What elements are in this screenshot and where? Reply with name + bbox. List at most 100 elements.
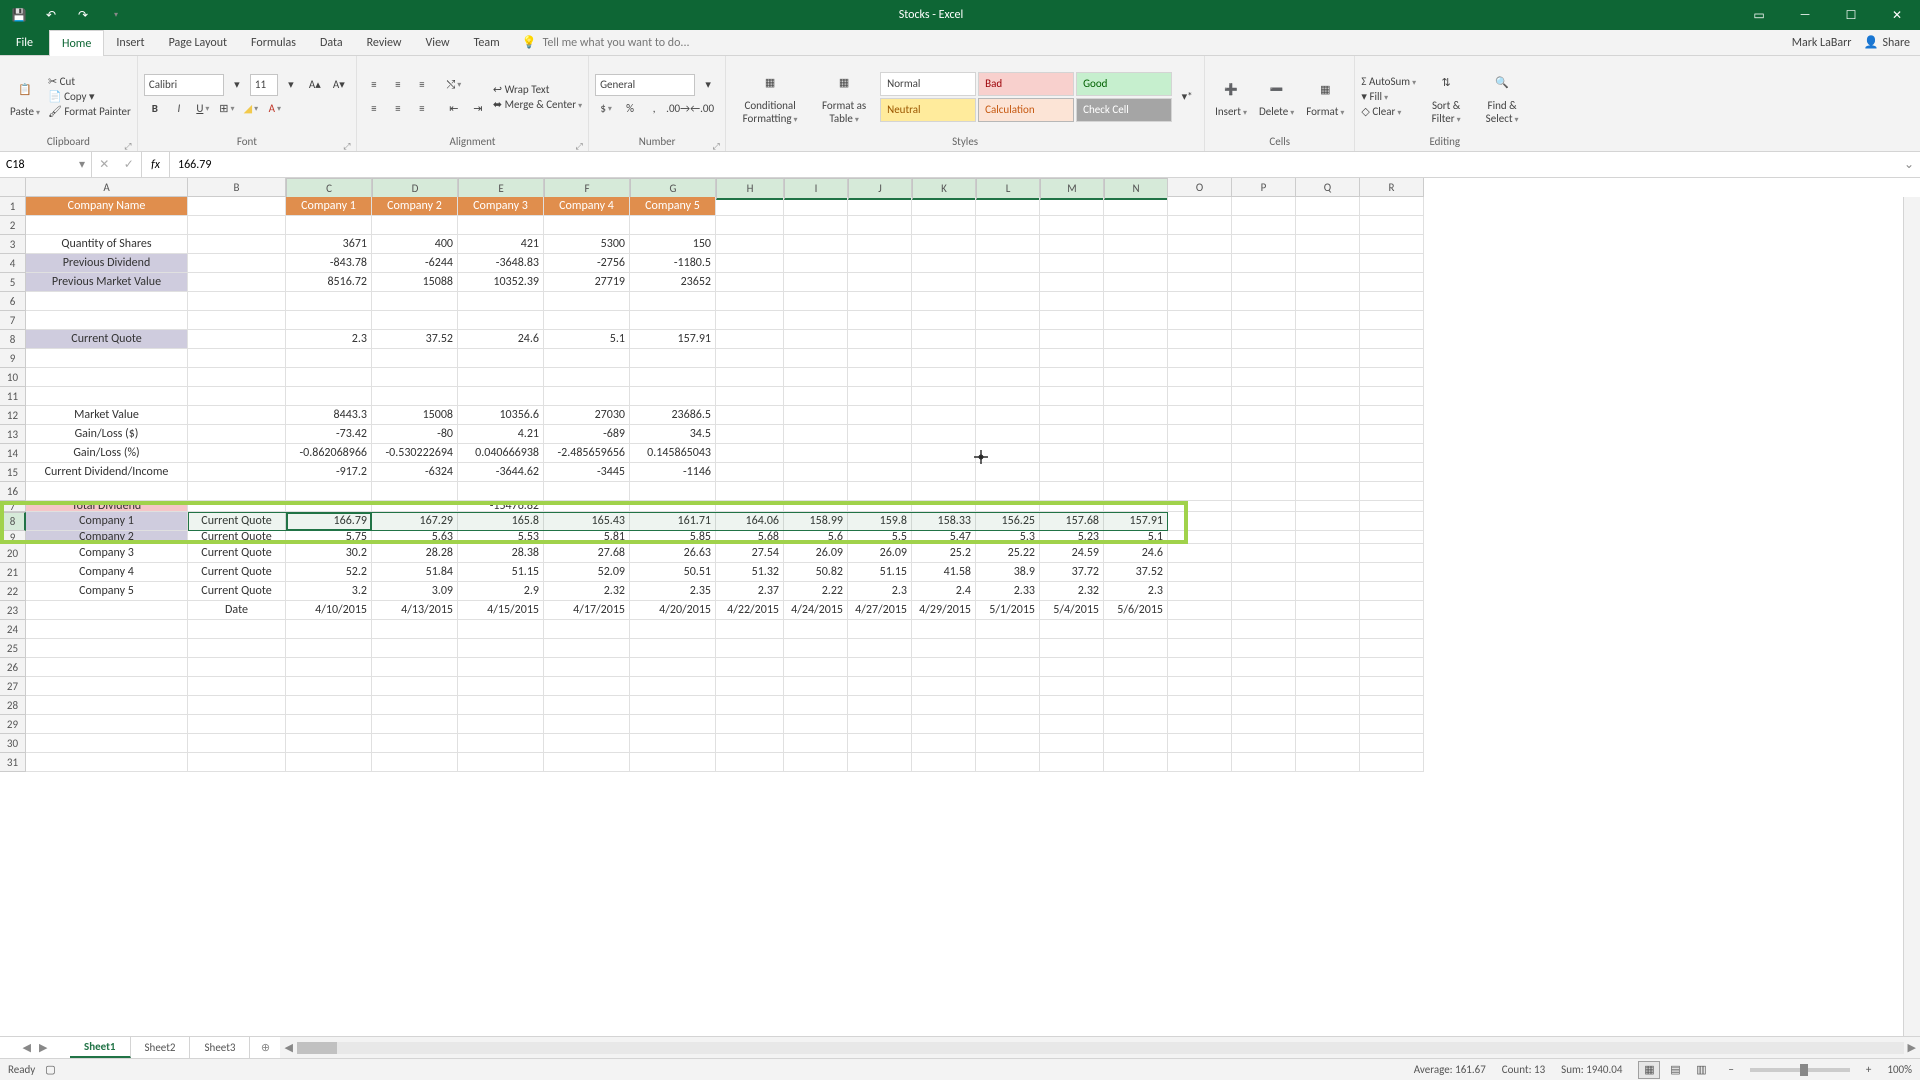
cell[interactable] bbox=[1296, 563, 1360, 582]
horizontal-scrollbar[interactable]: ◀ ▶ bbox=[280, 1037, 1920, 1058]
cell[interactable]: 5.1 bbox=[544, 330, 630, 349]
cell[interactable] bbox=[458, 387, 544, 406]
cell[interactable] bbox=[188, 235, 286, 254]
cell[interactable] bbox=[1104, 292, 1168, 311]
bold-button[interactable]: B bbox=[144, 98, 166, 120]
cell[interactable] bbox=[26, 311, 188, 330]
cell[interactable] bbox=[716, 425, 784, 444]
cell[interactable]: -1180.5 bbox=[630, 254, 716, 273]
align-right-icon[interactable]: ≡ bbox=[411, 98, 433, 120]
cell[interactable] bbox=[372, 620, 458, 639]
cell[interactable] bbox=[458, 753, 544, 772]
row-header[interactable]: 31 bbox=[0, 753, 26, 772]
cell[interactable] bbox=[1360, 501, 1424, 512]
cell[interactable]: 24.59 bbox=[1040, 544, 1104, 563]
cell[interactable] bbox=[372, 658, 458, 677]
cell[interactable] bbox=[544, 292, 630, 311]
cell[interactable]: 5.5 bbox=[848, 531, 912, 544]
format-table-button[interactable]: ▦Format as Table bbox=[812, 67, 876, 127]
zoom-slider[interactable] bbox=[1750, 1068, 1850, 1072]
cell[interactable]: 10352.39 bbox=[458, 273, 544, 292]
cell[interactable] bbox=[1360, 463, 1424, 482]
cell[interactable]: 0.040666938 bbox=[458, 444, 544, 463]
save-icon[interactable]: 💾 bbox=[8, 4, 30, 26]
cell[interactable] bbox=[716, 715, 784, 734]
fx-icon[interactable]: fx bbox=[142, 152, 170, 177]
delete-cells-button[interactable]: ➖Delete bbox=[1255, 73, 1298, 120]
cell[interactable]: 37.72 bbox=[1040, 563, 1104, 582]
cell[interactable] bbox=[1360, 601, 1424, 620]
cell[interactable] bbox=[1296, 387, 1360, 406]
cell[interactable] bbox=[26, 734, 188, 753]
cell[interactable] bbox=[630, 501, 716, 512]
accounting-icon[interactable]: $ bbox=[595, 98, 617, 120]
cell[interactable]: 5300 bbox=[544, 235, 630, 254]
cell[interactable]: 164.06 bbox=[716, 512, 784, 531]
cell[interactable] bbox=[630, 216, 716, 235]
cell[interactable] bbox=[372, 677, 458, 696]
cell[interactable] bbox=[1296, 368, 1360, 387]
cell[interactable] bbox=[1168, 658, 1232, 677]
cell[interactable] bbox=[976, 349, 1040, 368]
cell[interactable] bbox=[1104, 658, 1168, 677]
share-button[interactable]: 👤 Share bbox=[1863, 35, 1910, 50]
fill-color-button[interactable]: ◢ bbox=[240, 98, 262, 120]
row-header[interactable]: 25 bbox=[0, 639, 26, 658]
cell[interactable] bbox=[1168, 582, 1232, 601]
font-size-select[interactable]: 11 bbox=[250, 74, 278, 96]
cell[interactable] bbox=[1168, 425, 1232, 444]
cell[interactable] bbox=[26, 696, 188, 715]
cell[interactable] bbox=[1168, 501, 1232, 512]
tab-file[interactable]: File bbox=[0, 30, 49, 55]
cell[interactable] bbox=[1040, 197, 1104, 216]
style-bad[interactable]: Bad bbox=[978, 72, 1074, 96]
cell[interactable] bbox=[716, 734, 784, 753]
cell[interactable] bbox=[716, 292, 784, 311]
cell[interactable] bbox=[976, 387, 1040, 406]
cell[interactable]: Current Quote bbox=[188, 544, 286, 563]
cell[interactable] bbox=[784, 501, 848, 512]
wrap-text-button[interactable]: ↩ Wrap Text bbox=[493, 83, 582, 96]
cell[interactable] bbox=[716, 677, 784, 696]
tell-me-search[interactable]: 💡 Tell me what you want to do... bbox=[512, 30, 700, 55]
cell[interactable] bbox=[848, 463, 912, 482]
cell[interactable] bbox=[912, 406, 976, 425]
cell[interactable] bbox=[1232, 753, 1296, 772]
cell[interactable] bbox=[1360, 531, 1424, 544]
cell[interactable] bbox=[848, 235, 912, 254]
cell[interactable] bbox=[372, 292, 458, 311]
cell[interactable] bbox=[784, 620, 848, 639]
cell[interactable] bbox=[784, 368, 848, 387]
grow-font-icon[interactable]: A▴ bbox=[304, 74, 326, 96]
sheet-nav-prev-icon[interactable]: ◀ bbox=[23, 1041, 31, 1054]
cell[interactable] bbox=[976, 292, 1040, 311]
cell[interactable] bbox=[976, 406, 1040, 425]
cell[interactable] bbox=[1296, 463, 1360, 482]
cell[interactable] bbox=[1168, 544, 1232, 563]
cell[interactable]: 26.09 bbox=[848, 544, 912, 563]
cell[interactable] bbox=[912, 368, 976, 387]
macro-record-icon[interactable]: ▢ bbox=[45, 1063, 55, 1076]
tab-team[interactable]: Team bbox=[462, 30, 512, 55]
cell[interactable] bbox=[1360, 677, 1424, 696]
cell[interactable]: 0.145865043 bbox=[630, 444, 716, 463]
cell[interactable] bbox=[1232, 544, 1296, 563]
row-header[interactable]: 7 bbox=[0, 311, 26, 330]
cell[interactable] bbox=[188, 696, 286, 715]
cell[interactable] bbox=[848, 216, 912, 235]
cell[interactable] bbox=[716, 482, 784, 501]
autosum-button[interactable]: Σ AutoSum bbox=[1361, 75, 1416, 88]
cell[interactable] bbox=[912, 696, 976, 715]
cell[interactable]: 2.3 bbox=[286, 330, 372, 349]
sheet-nav-next-icon[interactable]: ▶ bbox=[39, 1041, 47, 1054]
cell[interactable]: 5.63 bbox=[372, 531, 458, 544]
cell[interactable] bbox=[1104, 235, 1168, 254]
cell[interactable] bbox=[544, 620, 630, 639]
cell[interactable] bbox=[1104, 387, 1168, 406]
cell[interactable] bbox=[1040, 254, 1104, 273]
cell[interactable] bbox=[26, 349, 188, 368]
cell[interactable] bbox=[188, 406, 286, 425]
cell[interactable] bbox=[544, 734, 630, 753]
cell[interactable] bbox=[1168, 254, 1232, 273]
cell[interactable]: 2.32 bbox=[544, 582, 630, 601]
